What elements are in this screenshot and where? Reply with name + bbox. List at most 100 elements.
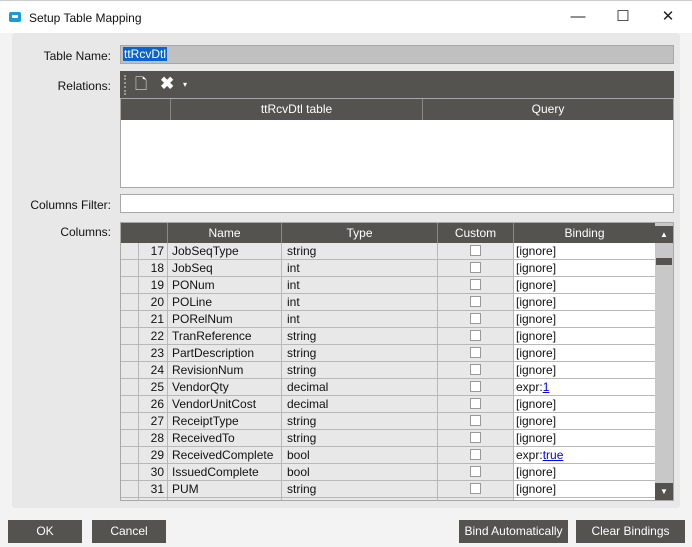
row-selector[interactable] <box>121 345 139 361</box>
scroll-up-icon[interactable]: ▲ <box>655 226 673 243</box>
column-type[interactable]: bool <box>282 447 438 463</box>
table-row[interactable]: 30 IssuedComplete bool [ignore] <box>121 464 673 481</box>
new-document-icon[interactable]: 🗋 <box>135 74 147 99</box>
row-selector[interactable] <box>121 413 139 429</box>
custom-checkbox[interactable] <box>470 296 481 307</box>
row-selector[interactable] <box>121 362 139 378</box>
table-row[interactable]: 28 ReceivedTo string [ignore] <box>121 430 673 447</box>
column-name[interactable]: RevisionNum <box>168 362 282 378</box>
column-name[interactable]: ReceivedComplete <box>168 447 282 463</box>
column-type[interactable]: string <box>282 328 438 344</box>
binding-cell[interactable]: [ignore] <box>514 294 656 310</box>
row-selector[interactable] <box>121 260 139 276</box>
custom-checkbox[interactable] <box>470 415 481 426</box>
column-name[interactable]: JobSeq <box>168 260 282 276</box>
binding-cell[interactable]: [ignore] <box>514 345 656 361</box>
column-name[interactable]: POLine <box>168 294 282 310</box>
column-type[interactable]: string <box>282 362 438 378</box>
close-button[interactable]: ✕ <box>653 5 683 29</box>
columns-filter-input[interactable] <box>120 194 674 213</box>
custom-checkbox[interactable] <box>470 381 481 392</box>
binding-cell[interactable]: [ignore] <box>514 277 656 293</box>
custom-checkbox[interactable] <box>470 466 481 477</box>
custom-checkbox[interactable] <box>470 330 481 341</box>
column-name[interactable]: PONum <box>168 277 282 293</box>
custom-checkbox[interactable] <box>470 398 481 409</box>
row-selector[interactable] <box>121 243 139 259</box>
table-row[interactable]: 29 ReceivedComplete bool expr:true <box>121 447 673 464</box>
cancel-button[interactable]: Cancel <box>92 520 166 543</box>
header-name[interactable]: Name <box>168 223 282 243</box>
binding-cell[interactable]: [ignore] <box>514 328 656 344</box>
table-row[interactable]: 26 VendorUnitCost decimal [ignore] <box>121 396 673 413</box>
column-type[interactable]: string <box>282 481 438 497</box>
column-type[interactable]: int <box>282 260 438 276</box>
table-row[interactable]: 19 PONum int [ignore] <box>121 277 673 294</box>
custom-checkbox[interactable] <box>470 483 481 494</box>
column-name[interactable]: TranReference <box>168 328 282 344</box>
column-type[interactable]: string <box>282 413 438 429</box>
column-name[interactable]: PUM <box>168 481 282 497</box>
column-name[interactable]: PORelNum <box>168 311 282 327</box>
binding-cell[interactable]: [ignore] <box>514 260 656 276</box>
minimize-button[interactable]: — <box>563 5 593 29</box>
custom-checkbox[interactable] <box>470 347 481 358</box>
table-row[interactable]: 21 PORelNum int [ignore] <box>121 311 673 328</box>
scroll-down-icon[interactable]: ▼ <box>655 483 673 500</box>
column-name[interactable]: IssuedComplete <box>168 464 282 480</box>
binding-cell[interactable]: [ignore] <box>514 396 656 412</box>
ok-button[interactable]: OK <box>8 520 82 543</box>
row-selector[interactable] <box>121 311 139 327</box>
vertical-scrollbar[interactable]: ▲ ▼ <box>655 223 673 500</box>
row-selector[interactable] <box>121 447 139 463</box>
column-type[interactable]: decimal <box>282 396 438 412</box>
column-type[interactable]: int <box>282 311 438 327</box>
column-type[interactable]: int <box>282 277 438 293</box>
binding-cell[interactable]: expr:1 <box>514 379 656 395</box>
column-name[interactable]: VendorQty <box>168 379 282 395</box>
custom-checkbox[interactable] <box>470 262 481 273</box>
binding-cell[interactable]: expr:true <box>514 447 656 463</box>
table-row[interactable]: 23 PartDescription string [ignore] <box>121 345 673 362</box>
bind-automatically-button[interactable]: Bind Automatically <box>459 520 568 543</box>
binding-link[interactable]: true <box>543 448 564 462</box>
row-selector[interactable] <box>121 294 139 310</box>
dropdown-arrow-icon[interactable]: ▾ <box>183 80 187 89</box>
row-selector[interactable] <box>121 481 139 497</box>
row-selector[interactable] <box>121 277 139 293</box>
table-row[interactable]: 31 PUM string [ignore] <box>121 481 673 498</box>
column-type[interactable]: string <box>282 243 438 259</box>
column-type[interactable]: bool <box>282 464 438 480</box>
column-type[interactable]: string <box>282 430 438 446</box>
binding-cell[interactable]: [ignore] <box>514 430 656 446</box>
row-selector[interactable] <box>121 328 139 344</box>
custom-checkbox[interactable] <box>470 364 481 375</box>
custom-checkbox[interactable] <box>470 313 481 324</box>
row-selector[interactable] <box>121 379 139 395</box>
table-name-input[interactable]: ttRcvDtl <box>120 45 674 64</box>
binding-cell[interactable]: [ignore] <box>514 464 656 480</box>
custom-checkbox[interactable] <box>470 500 481 501</box>
delete-icon[interactable]: ✖ <box>160 74 174 94</box>
binding-cell[interactable]: [ignore] <box>514 362 656 378</box>
header-binding[interactable]: Binding <box>514 223 656 243</box>
column-type[interactable]: int <box>282 294 438 310</box>
header-custom[interactable]: Custom <box>438 223 514 243</box>
custom-checkbox[interactable] <box>470 432 481 443</box>
scroll-thumb[interactable] <box>656 258 672 265</box>
relations-header-table[interactable]: ttRcvDtl table <box>171 99 423 120</box>
binding-cell[interactable]: [ignore] <box>514 243 656 259</box>
table-row[interactable]: 18 JobSeq int [ignore] <box>121 260 673 277</box>
table-row-partial[interactable] <box>121 498 673 501</box>
binding-cell[interactable]: [ignore] <box>514 413 656 429</box>
column-name[interactable]: JobSeqType <box>168 243 282 259</box>
row-selector[interactable] <box>121 430 139 446</box>
column-name[interactable]: ReceiptType <box>168 413 282 429</box>
table-row[interactable]: 25 VendorQty decimal expr:1 <box>121 379 673 396</box>
header-type[interactable]: Type <box>282 223 438 243</box>
column-name[interactable]: ReceivedTo <box>168 430 282 446</box>
binding-cell[interactable]: [ignore] <box>514 481 656 497</box>
columns-grid[interactable]: Name Type Custom Binding 17 JobSeqType s… <box>120 222 674 501</box>
relations-grid[interactable]: ttRcvDtl table Query <box>120 98 674 188</box>
clear-bindings-button[interactable]: Clear Bindings <box>576 520 685 543</box>
